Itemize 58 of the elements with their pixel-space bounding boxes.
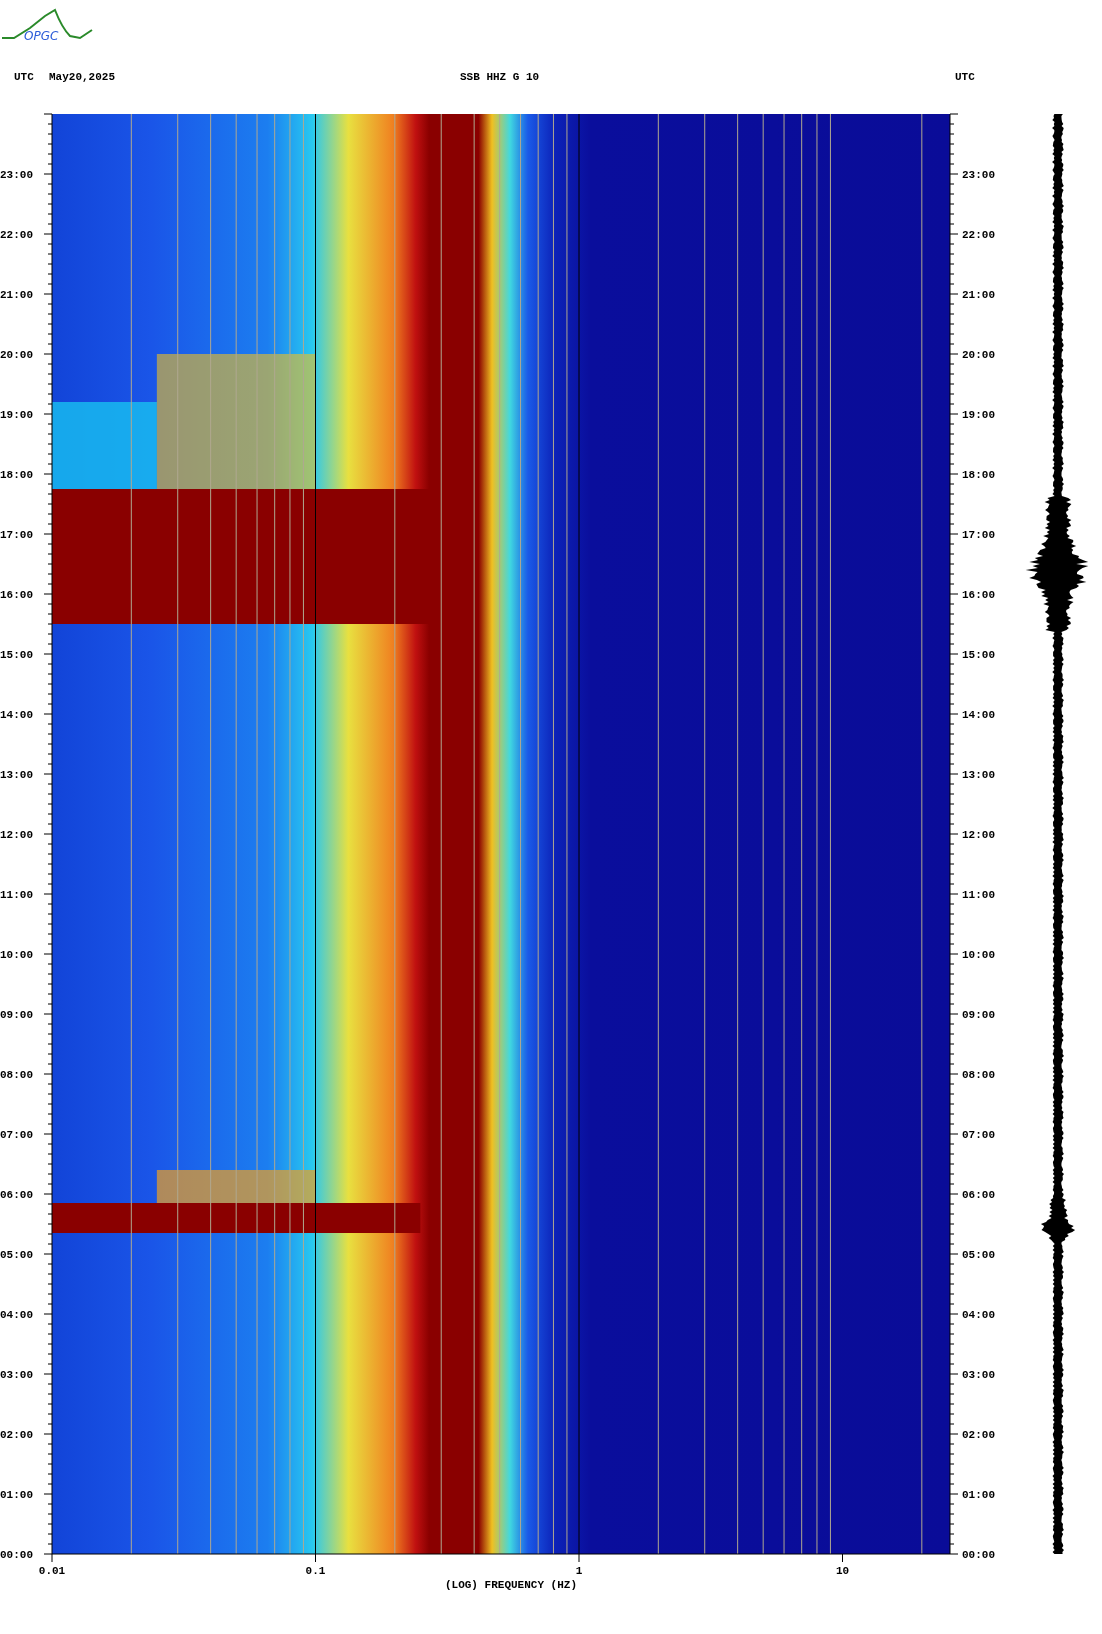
date-label: May20,2025 [49,71,115,83]
frequency-label: 0.01 [38,1565,66,1577]
time-label: 23:00 [962,169,995,181]
time-label: 13:00 [0,769,33,781]
time-label: 12:00 [0,829,33,841]
time-label: 11:00 [0,889,33,901]
time-label: 06:00 [962,1189,995,1201]
time-label: 22:00 [962,229,995,241]
time-label: 21:00 [962,289,995,301]
time-label: 09:00 [0,1009,33,1021]
time-label: 08:00 [962,1069,995,1081]
time-label: 18:00 [0,469,33,481]
time-label: 06:00 [0,1189,33,1201]
time-label: 03:00 [962,1369,995,1381]
time-label: 09:00 [962,1009,995,1021]
time-label: 14:00 [962,709,995,721]
time-label: 03:00 [0,1369,33,1381]
time-label: 15:00 [962,649,995,661]
time-label: 19:00 [962,409,995,421]
time-label: 10:00 [962,949,995,961]
time-label: 20:00 [0,349,33,361]
time-label: 01:00 [962,1489,995,1501]
time-label: 00:00 [0,1549,33,1561]
time-label: 21:00 [0,289,33,301]
time-label: 15:00 [0,649,33,661]
time-label: 18:00 [962,469,995,481]
timezone-label: UTC [955,71,975,83]
time-label: 16:00 [962,589,995,601]
time-label: 02:00 [962,1429,995,1441]
time-label: 17:00 [0,529,33,541]
time-label: 01:00 [0,1489,33,1501]
frequency-label: 0.1 [305,1565,326,1577]
logo-drawing: OPGC [1,9,93,43]
frequency-label: 10 [835,1565,850,1577]
station-title: SSB HHZ G 10 [460,71,540,83]
time-label: 12:00 [962,829,995,841]
time-label: 05:00 [0,1249,33,1261]
frequency-label: 1 [575,1565,583,1577]
time-label: 14:00 [0,709,33,721]
time-label: 07:00 [962,1129,995,1141]
time-label: 00:00 [962,1549,995,1561]
time-label: 07:00 [0,1129,33,1141]
time-label: 04:00 [962,1309,995,1321]
time-label: 23:00 [0,169,33,181]
timezone-label: UTC [14,71,34,83]
time-label: 08:00 [0,1069,33,1081]
time-label: 17:00 [962,529,995,541]
axis-title: (LOG) FREQUENCY (HZ) [444,1579,577,1591]
time-label: 02:00 [0,1429,33,1441]
time-label: 10:00 [0,949,33,961]
time-label: 04:00 [0,1309,33,1321]
time-label: 11:00 [962,889,995,901]
time-label: 22:00 [0,229,33,241]
time-label: 05:00 [962,1249,995,1261]
time-label: 19:00 [0,409,33,421]
time-label: 16:00 [0,589,33,601]
time-label: 13:00 [962,769,995,781]
time-label: 20:00 [962,349,995,361]
